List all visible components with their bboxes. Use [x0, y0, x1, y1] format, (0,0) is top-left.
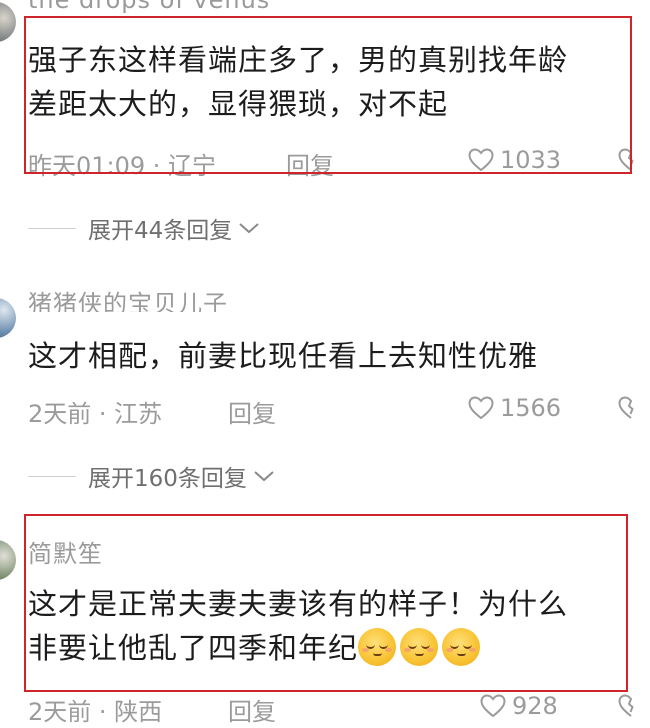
- username[interactable]: 简默笙: [28, 534, 103, 569]
- comment-line-with-emoji: 非要让他乱了四季和年纪: [28, 626, 628, 670]
- chevron-down-icon: [239, 223, 259, 234]
- like-button[interactable]: 928: [480, 692, 558, 720]
- dislike-button[interactable]: [618, 694, 644, 724]
- comment-content: 强子东这样看端庄多了，男的真别找年龄 差距太大的，显得猥琐，对不起: [28, 38, 628, 126]
- divider: [28, 475, 76, 477]
- like-count: 928: [512, 692, 558, 720]
- like-button[interactable]: 1566: [468, 394, 561, 422]
- comment-meta: 2天前 · 江苏 回复 1566: [28, 394, 648, 429]
- expand-replies-button[interactable]: 展开160条回复: [28, 461, 275, 492]
- shy-smile-emoji: [358, 628, 397, 666]
- shy-smile-emoji: [442, 628, 481, 666]
- heart-icon: [468, 148, 494, 172]
- broken-heart-icon: [618, 694, 634, 717]
- expand-label: 展开44条回复: [88, 218, 233, 244]
- avatar[interactable]: [0, 2, 16, 42]
- comment-line: 非要让他乱了四季和年纪: [28, 631, 359, 665]
- shy-smile-emoji: [400, 628, 439, 666]
- like-button[interactable]: 1033: [468, 146, 561, 174]
- reply-button[interactable]: 回复: [286, 146, 334, 181]
- heart-icon: [480, 694, 506, 718]
- comment-meta: 昨天01:09 · 辽宁 回复 1033: [28, 146, 648, 181]
- dislike-button[interactable]: [618, 148, 644, 178]
- time-location: 2天前 · 江苏: [28, 400, 163, 428]
- expand-label: 展开160条回复: [88, 466, 247, 492]
- comment-line: 差距太大的，显得猥琐，对不起: [28, 87, 449, 121]
- broken-heart-icon: [618, 148, 634, 171]
- broken-heart-icon: [618, 396, 634, 419]
- chevron-down-icon: [254, 471, 274, 482]
- reply-button[interactable]: 回复: [228, 692, 276, 727]
- comment-line: 强子东这样看端庄多了，男的真别找年龄: [28, 43, 569, 77]
- username[interactable]: 猪猪侠的宝贝儿子: [28, 284, 228, 312]
- time-location: 2天前 · 陕西: [28, 698, 163, 726]
- username[interactable]: the drops of venus: [28, 0, 270, 14]
- expand-replies-button[interactable]: 展开44条回复: [28, 213, 260, 244]
- heart-icon: [468, 396, 494, 420]
- comment-line: 这才是正常夫妻夫妻该有的样子！为什么: [28, 587, 569, 621]
- comment-content: 这才相配，前妻比现任看上去知性优雅: [28, 334, 628, 378]
- comment-meta: 2天前 · 陕西 回复 928: [28, 692, 648, 727]
- avatar[interactable]: [0, 540, 16, 580]
- like-count: 1033: [500, 146, 562, 174]
- time-location: 昨天01:09 · 辽宁: [28, 152, 217, 180]
- comment-content: 这才是正常夫妻夫妻该有的样子！为什么 非要让他乱了四季和年纪: [28, 582, 628, 670]
- dislike-button[interactable]: [618, 396, 644, 426]
- divider: [28, 227, 76, 229]
- avatar[interactable]: [0, 298, 16, 338]
- like-count: 1566: [500, 394, 562, 422]
- comment-line: 这才相配，前妻比现任看上去知性优雅: [28, 339, 539, 373]
- reply-button[interactable]: 回复: [228, 394, 276, 429]
